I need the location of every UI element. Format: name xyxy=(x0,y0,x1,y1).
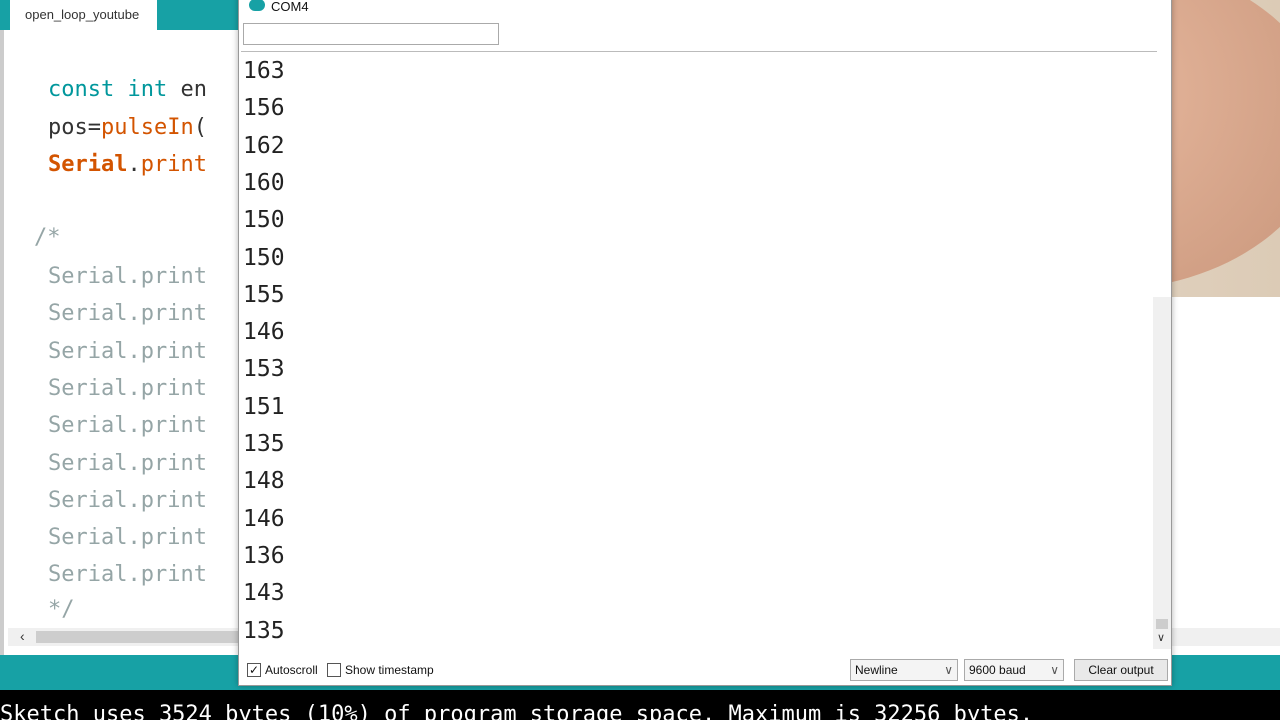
comment-line: Serial.print xyxy=(48,413,207,439)
output-line: 162 xyxy=(243,132,285,159)
comment-line: Serial.print xyxy=(48,301,207,327)
code-line: Serial.print xyxy=(48,152,207,177)
code-token: int xyxy=(127,77,168,102)
code-token: const xyxy=(48,77,115,102)
output-line: 135 xyxy=(243,431,285,457)
comment-line: Serial.print xyxy=(48,264,207,289)
output-line: 135 xyxy=(243,617,285,644)
output-line: 143 xyxy=(243,580,285,607)
scroll-left-icon[interactable]: ‹ xyxy=(20,628,25,644)
line-ending-select[interactable]: Newline ∨ xyxy=(850,659,958,681)
output-line: 160 xyxy=(243,169,285,196)
comment-open: /* xyxy=(34,225,61,250)
output-line: 136 xyxy=(243,542,285,569)
output-line: 146 xyxy=(243,319,285,346)
comment-line: Serial.print xyxy=(48,450,207,476)
comment-line: Serial.print xyxy=(48,525,207,551)
scroll-thumb[interactable] xyxy=(36,631,246,643)
serial-input[interactable] xyxy=(243,23,499,45)
output-line: 163 xyxy=(243,58,285,84)
code-token: Serial xyxy=(48,152,128,177)
output-line: 156 xyxy=(243,95,285,122)
baud-select[interactable]: 9600 baud ∨ xyxy=(964,659,1064,681)
comment-line: Serial.print xyxy=(48,375,207,401)
comment-line: Serial.print xyxy=(48,338,207,364)
code-token: print xyxy=(140,152,207,177)
output-line: 150 xyxy=(243,207,285,234)
code-token: en xyxy=(167,77,207,102)
monitor-controls: ✓ Autoscroll Show timestamp Newline ∨ 960… xyxy=(239,655,1171,687)
scroll-down-icon[interactable]: ∨ xyxy=(1157,631,1165,644)
tab-open-loop-youtube[interactable]: open_loop_youtube xyxy=(10,0,157,30)
timestamp-label: Show timestamp xyxy=(345,663,434,677)
code-line: pos=pulseIn( xyxy=(48,115,207,140)
output-line: 153 xyxy=(243,356,285,383)
code-line: const int en xyxy=(48,77,207,102)
arduino-icon xyxy=(249,0,265,11)
comment-line: Serial.print xyxy=(48,562,207,588)
line-ending-value: Newline xyxy=(855,663,898,677)
console-output: Sketch uses 3524 bytes (10%) of program … xyxy=(0,690,1280,720)
output-line: 148 xyxy=(243,468,285,495)
scroll-thumb[interactable] xyxy=(1156,619,1168,629)
output-line: 151 xyxy=(243,393,285,420)
code-token: ( xyxy=(193,114,207,140)
autoscroll-checkbox[interactable]: ✓ xyxy=(247,663,261,677)
chevron-down-icon: ∨ xyxy=(944,663,953,677)
code-token: pos= xyxy=(48,114,101,140)
code-token: . xyxy=(127,152,141,177)
vertical-scrollbar[interactable]: ∨ xyxy=(1153,297,1171,649)
comment-line: Serial.print xyxy=(48,487,207,513)
output-line: 146 xyxy=(243,505,285,532)
window-title: COM4 xyxy=(271,0,309,14)
serial-monitor-window: COM4 163 156 162 160 150 150 155 146 153 151 135 14… xyxy=(238,0,1172,686)
code-token: pulseIn xyxy=(100,114,194,140)
output-line: 155 xyxy=(243,281,285,308)
output-line: 150 xyxy=(243,244,285,271)
timestamp-checkbox[interactable] xyxy=(327,663,341,677)
serial-output: 163 156 162 160 150 150 155 146 153 151 135 148 146 1… xyxy=(241,51,1157,651)
baud-value: 9600 baud xyxy=(969,663,1026,677)
chevron-down-icon: ∨ xyxy=(1050,663,1059,677)
autoscroll-label: Autoscroll xyxy=(265,663,318,677)
comment-close: */ xyxy=(48,597,75,622)
clear-output-button[interactable]: Clear output xyxy=(1074,659,1168,681)
